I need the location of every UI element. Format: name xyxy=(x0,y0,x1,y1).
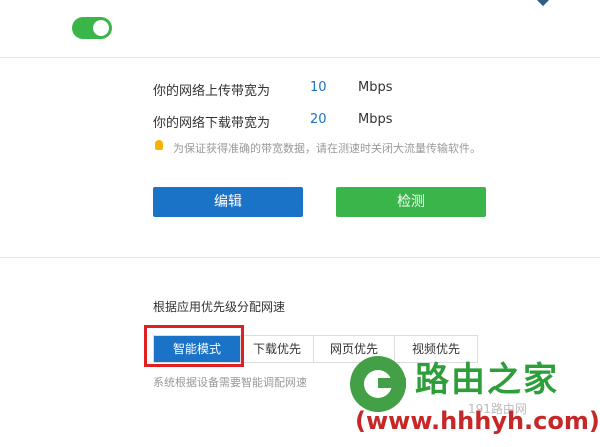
lightbulb-icon xyxy=(155,140,163,150)
watermark-url: (www.hhhyh.com) xyxy=(355,407,600,435)
tab-download-priority[interactable]: 下载优先 xyxy=(240,336,313,362)
chevron-icon xyxy=(535,0,551,7)
highlight-annotation xyxy=(144,325,244,367)
mode-description: 系统根据设备需要智能调配网速 xyxy=(153,376,307,389)
watermark-logo-icon xyxy=(350,356,406,412)
detect-button[interactable]: 检测 xyxy=(336,187,486,217)
upload-bandwidth-label: 你的网络上传带宽为 xyxy=(153,84,271,99)
upload-bandwidth-value: 10 xyxy=(310,80,327,95)
section-divider xyxy=(0,257,600,258)
toggle-knob xyxy=(93,20,109,36)
feature-toggle[interactable] xyxy=(72,17,112,39)
priority-title: 根据应用优先级分配网速 xyxy=(153,300,286,314)
download-bandwidth-value: 20 xyxy=(310,112,327,127)
watermark-title: 路由之家 xyxy=(415,360,559,400)
download-bandwidth-unit: Mbps xyxy=(358,112,393,127)
section-divider xyxy=(0,57,600,58)
upload-bandwidth-unit: Mbps xyxy=(358,80,393,95)
bandwidth-tip: 为保证获得准确的带宽数据，请在测速时关闭大流量传输软件。 xyxy=(173,142,481,155)
download-bandwidth-label: 你的网络下载带宽为 xyxy=(153,116,271,131)
edit-button[interactable]: 编辑 xyxy=(153,187,303,217)
